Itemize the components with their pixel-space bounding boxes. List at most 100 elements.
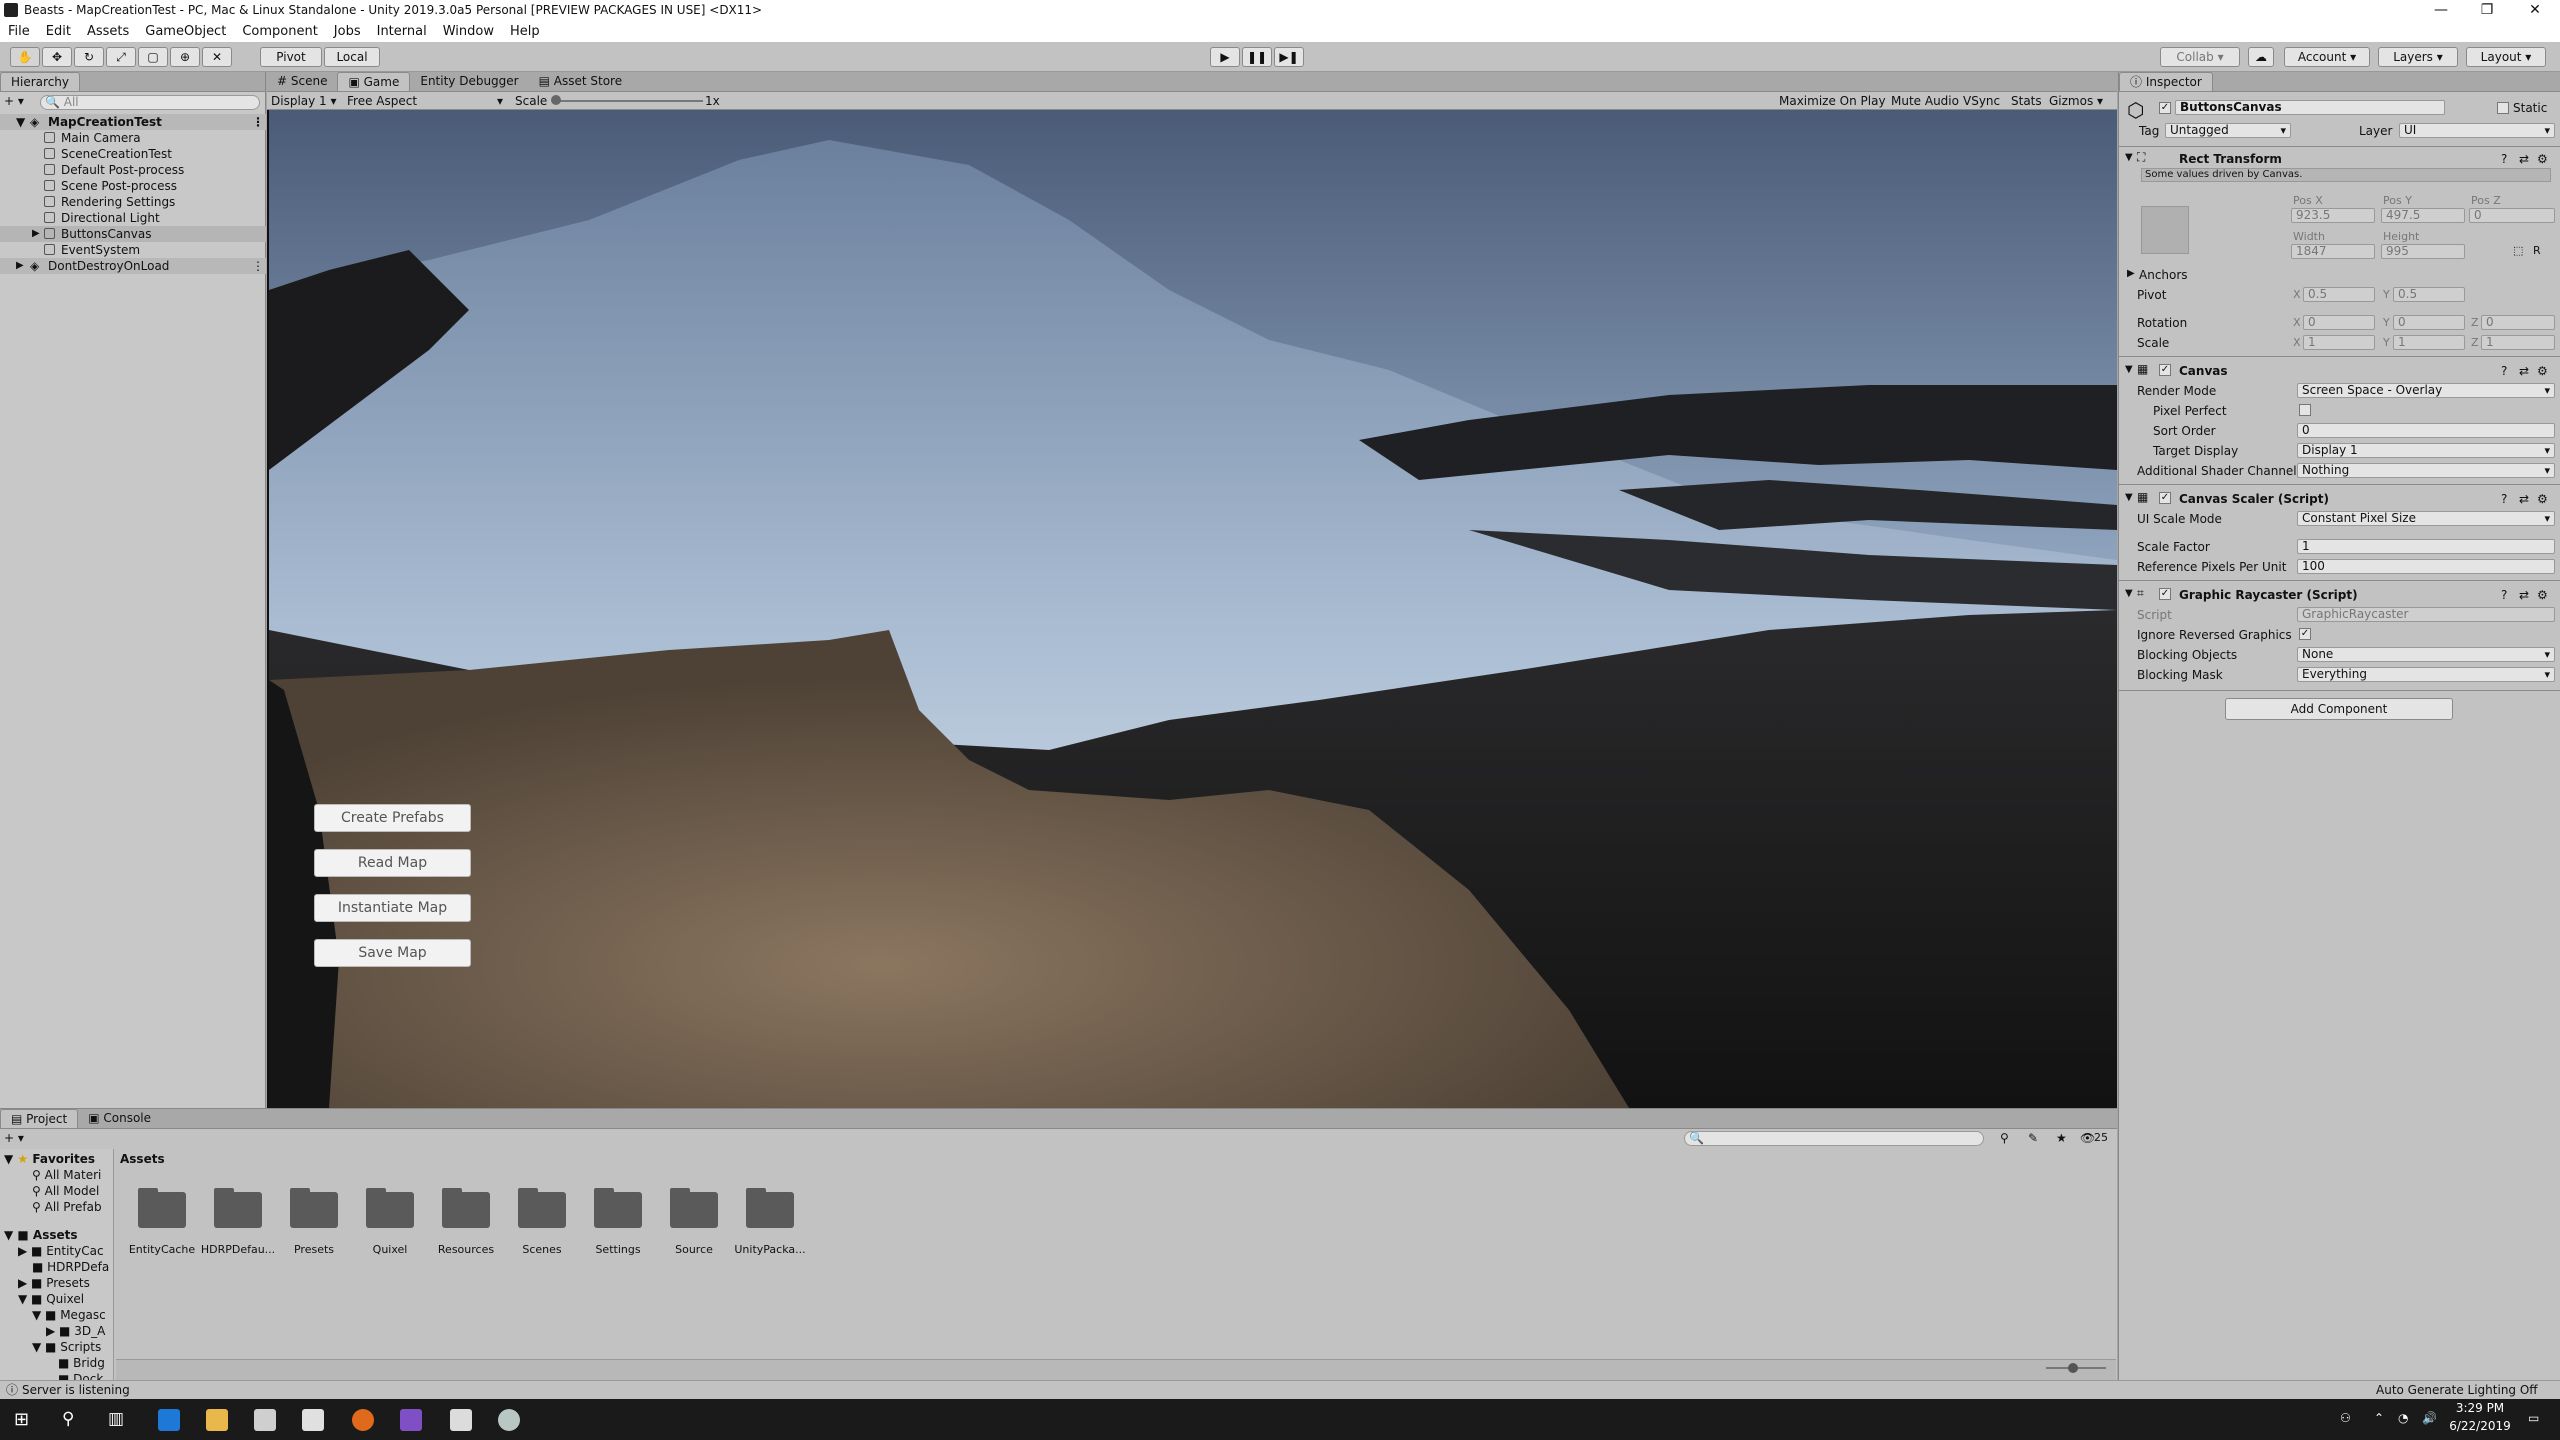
folder-icon[interactable]	[746, 1188, 796, 1228]
search-icon[interactable]: ⚲	[62, 1409, 74, 1429]
favorite-star-icon[interactable]: ★	[2056, 1131, 2067, 1145]
scene-menu-icon[interactable]: ⋮	[252, 258, 264, 274]
scene-menu-icon[interactable]: ⋮	[252, 114, 264, 130]
canvas-enabled-checkbox[interactable]: ✓	[2159, 364, 2171, 376]
hierarchy-item-eventsystem[interactable]: EventSystem	[0, 242, 266, 258]
tab-entity-debugger[interactable]: Entity Debugger	[410, 72, 528, 91]
foldout-open-icon[interactable]: ▼	[2125, 364, 2133, 375]
favorites-item[interactable]: ⚲ All Prefab	[32, 1199, 102, 1215]
foldout-open-icon[interactable]: ▼	[2125, 492, 2133, 503]
blocking-mask-dropdown[interactable]: Everything	[2297, 667, 2555, 682]
hierarchy-search-input[interactable]: 🔍 All	[40, 95, 260, 110]
menu-help[interactable]: Help	[510, 24, 540, 39]
folder-icon[interactable]	[594, 1188, 644, 1228]
menu-file[interactable]: File	[8, 24, 30, 39]
preset-icon[interactable]: ⇄	[2519, 364, 2529, 378]
save-map-button[interactable]: Save Map	[314, 939, 471, 967]
close-icon[interactable]: ✕	[2512, 0, 2558, 20]
scale-slider-handle[interactable]	[551, 95, 561, 105]
reference-ppu-field[interactable]: 100	[2297, 559, 2555, 574]
mute-audio-toggle[interactable]: Mute Audio	[1891, 92, 1959, 110]
script-field[interactable]: GraphicRaycaster	[2297, 607, 2555, 622]
gear-icon[interactable]: ⚙	[2537, 492, 2548, 506]
blueprint-icon[interactable]: ⬚	[2513, 244, 2523, 257]
network-icon[interactable]: ◔	[2398, 1411, 2408, 1425]
tree-folder[interactable]: ▶ ■ Presets	[18, 1275, 90, 1291]
pixel-perfect-checkbox[interactable]	[2299, 404, 2311, 416]
firefox-icon[interactable]	[352, 1409, 374, 1431]
lighting-status[interactable]: Auto Generate Lighting Off	[2376, 1381, 2538, 1399]
scale-tool-icon[interactable]: ⤢	[106, 47, 136, 67]
menu-jobs[interactable]: Jobs	[334, 24, 361, 39]
foldout-open-icon[interactable]: ▼	[16, 114, 25, 130]
layers-dropdown[interactable]: Layers ▾	[2378, 47, 2458, 67]
game-viewport[interactable]: Create Prefabs Read Map Instantiate Map …	[269, 110, 2117, 1108]
account-dropdown[interactable]: Account ▾	[2284, 47, 2370, 67]
search-by-label-icon[interactable]: ✎	[2028, 1131, 2038, 1145]
sort-order-field[interactable]: 0	[2297, 423, 2555, 438]
folder-label[interactable]: Resources	[426, 1243, 506, 1256]
tree-folder[interactable]: ▼ ■ Scripts	[32, 1339, 101, 1355]
create-dropdown[interactable]: + ▾	[4, 94, 34, 110]
pivot-toggle[interactable]: Pivot	[260, 47, 322, 67]
folder-label[interactable]: Source	[654, 1243, 734, 1256]
gizmos-dropdown[interactable]: Gizmos ▾	[2049, 92, 2103, 110]
move-tool-icon[interactable]: ✥	[42, 47, 72, 67]
folder-icon[interactable]	[518, 1188, 568, 1228]
scale-x-field[interactable]: 1	[2303, 335, 2375, 350]
folder-icon[interactable]	[670, 1188, 720, 1228]
favorites-item[interactable]: ⚲ All Materi	[32, 1167, 101, 1183]
raycaster-enabled-checkbox[interactable]: ✓	[2159, 588, 2171, 600]
pause-button[interactable]: ❚❚	[1242, 47, 1272, 67]
gear-icon[interactable]: ⚙	[2537, 364, 2548, 378]
notifications-icon[interactable]: ▭	[2528, 1411, 2539, 1425]
height-field[interactable]: 995	[2381, 244, 2465, 259]
create-prefabs-button[interactable]: Create Prefabs	[314, 804, 471, 832]
tree-folder[interactable]: ■ Bridg	[58, 1355, 105, 1371]
add-component-button[interactable]: Add Component	[2225, 698, 2453, 720]
people-icon[interactable]: ⚇	[2340, 1411, 2351, 1425]
menu-edit[interactable]: Edit	[46, 24, 71, 39]
hierarchy-item-scenecreationtest[interactable]: SceneCreationTest	[0, 146, 266, 162]
ui-scale-mode-dropdown[interactable]: Constant Pixel Size	[2297, 511, 2555, 526]
folder-label[interactable]: Scenes	[502, 1243, 582, 1256]
rotate-tool-icon[interactable]: ↻	[74, 47, 104, 67]
tag-dropdown[interactable]: Untagged	[2165, 123, 2291, 138]
layer-dropdown[interactable]: UI	[2399, 123, 2555, 138]
blocking-objects-dropdown[interactable]: None	[2297, 647, 2555, 662]
mail-icon[interactable]	[302, 1409, 324, 1431]
project-create-dropdown[interactable]: + ▾	[4, 1131, 24, 1145]
icon-size-slider-handle[interactable]	[2068, 1363, 2078, 1373]
tab-inspector[interactable]: ⓘ Inspector	[2119, 72, 2213, 91]
help-icon[interactable]: ?	[2501, 588, 2507, 602]
preset-icon[interactable]: ⇄	[2519, 152, 2529, 166]
foldout-closed-icon[interactable]: ▶	[32, 226, 40, 242]
menu-assets[interactable]: Assets	[87, 24, 129, 39]
scale-y-field[interactable]: 1	[2393, 335, 2465, 350]
help-icon[interactable]: ?	[2501, 364, 2507, 378]
tree-folder[interactable]: ▶ ■ EntityCac	[18, 1243, 104, 1259]
hierarchy-item-main-camera[interactable]: Main Camera	[0, 130, 266, 146]
unity-hub-icon[interactable]	[498, 1409, 520, 1431]
tab-game[interactable]: ▣ Game	[337, 72, 411, 91]
help-icon[interactable]: ?	[2501, 152, 2507, 166]
foldout-open-icon[interactable]: ▼	[2125, 152, 2133, 163]
anchor-presets-icon[interactable]	[2141, 206, 2189, 254]
folder-label[interactable]: UnityPacka...	[730, 1243, 810, 1256]
search-by-type-icon[interactable]: ⚲	[2000, 1131, 2009, 1145]
collab-dropdown[interactable]: Collab ▾	[2160, 47, 2240, 67]
width-field[interactable]: 1847	[2291, 244, 2375, 259]
assets-breadcrumb[interactable]: Assets	[120, 1151, 165, 1167]
render-mode-dropdown[interactable]: Screen Space - Overlay	[2297, 383, 2555, 398]
hierarchy-item-default-post-process[interactable]: Default Post-process	[0, 162, 266, 178]
edge-browser-icon[interactable]	[158, 1409, 180, 1431]
step-button[interactable]: ▶❚	[1274, 47, 1304, 67]
gear-icon[interactable]: ⚙	[2537, 588, 2548, 602]
tab-scene[interactable]: # Scene	[267, 72, 337, 91]
rotation-y-field[interactable]: 0	[2393, 315, 2465, 330]
pivot-y-field[interactable]: 0.5	[2393, 287, 2465, 302]
read-map-button[interactable]: Read Map	[314, 849, 471, 877]
status-message[interactable]: Server is listening	[22, 1381, 130, 1399]
tree-folder[interactable]: ▼ ■ Quixel	[18, 1291, 84, 1307]
foldout-open-icon[interactable]: ▼	[2125, 588, 2133, 599]
